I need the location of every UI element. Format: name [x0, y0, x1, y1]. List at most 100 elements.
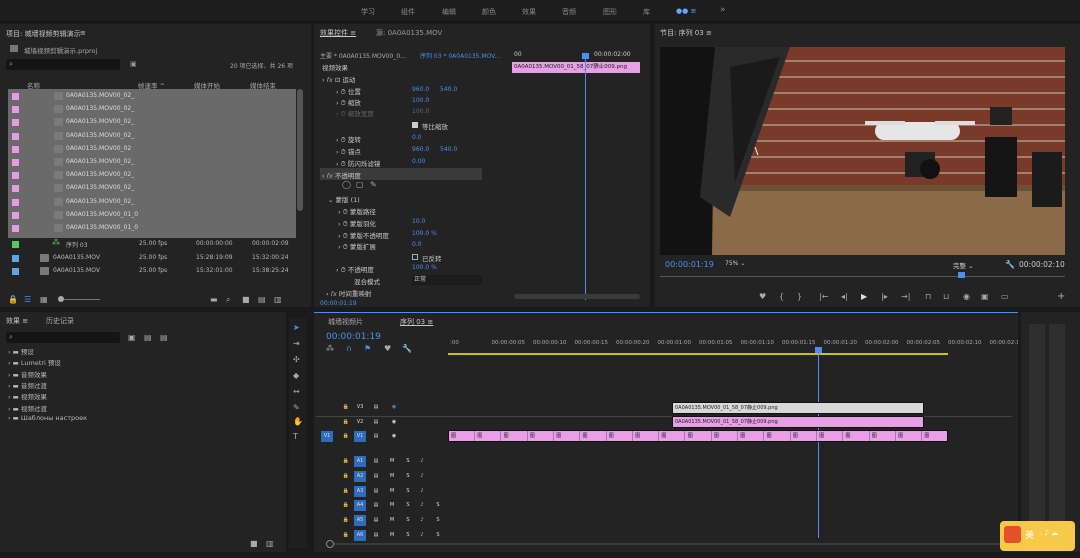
effects-search-input[interactable]: ⌕ — [6, 332, 120, 343]
pen-mask-icon[interactable]: ✎ — [370, 181, 377, 189]
prop-value-1[interactable]: 0.0 — [412, 134, 422, 141]
step-back-icon[interactable]: ◂| — [841, 293, 848, 301]
mask-prop-value[interactable]: 100.0 % — [412, 230, 437, 237]
solo-button[interactable]: S — [402, 500, 414, 511]
track-target[interactable]: V3 — [354, 402, 366, 413]
prop-value-1[interactable]: 960.0 — [412, 86, 429, 93]
lock-track-icon[interactable]: 🔒 — [340, 500, 352, 511]
workspace-audio[interactable]: 音频 — [562, 7, 576, 17]
motion-row[interactable]: › fx ⊡ 运动 — [322, 74, 355, 84]
solo-button[interactable]: S — [402, 486, 414, 497]
mic-icon[interactable]: ♪ — [416, 456, 428, 467]
lock-track-icon[interactable]: 🔒 — [340, 402, 352, 413]
sync-lock-icon[interactable]: ▤ — [370, 530, 382, 541]
program-timecode[interactable]: 00:00:01:19 — [665, 260, 714, 269]
track-target[interactable]: A4 — [354, 500, 366, 512]
project-item-clip[interactable]: 0A0A0135.MOV00_02_ — [8, 182, 298, 194]
prop-value-1[interactable]: 960.0 — [412, 146, 429, 153]
program-title[interactable]: 节目: 序列 03 ≡ — [660, 28, 712, 40]
solo-button[interactable]: S — [402, 456, 414, 467]
sync-lock-icon[interactable]: ▤ — [370, 471, 382, 482]
project-item-clip-2[interactable]: 0A0A0135.MOV 25.00 fps 15:32:01:00 15:38:25… — [8, 265, 298, 277]
lock-track-icon[interactable]: 🔒 — [340, 471, 352, 482]
hand-tool-icon[interactable]: ✋ — [293, 418, 303, 426]
eye-icon[interactable]: ◉ — [388, 402, 400, 413]
effects-trash-icon[interactable]: ▥ — [266, 540, 274, 548]
sync-lock-icon[interactable]: ▤ — [370, 515, 382, 526]
project-item-clip[interactable]: 0A0A0135.MOV00_02_ — [8, 116, 298, 128]
ec-clip-bar[interactable]: 0A0A0135.MOV00_01_58_07静止009.png — [512, 62, 640, 73]
opacity-value[interactable]: 100.0 % — [412, 264, 437, 271]
quality-select[interactable]: 完整 ⌄ — [953, 260, 974, 270]
prop-value-2[interactable]: 540.0 — [440, 146, 457, 153]
track-target[interactable]: A5 — [354, 514, 366, 526]
sync-lock-icon[interactable]: ▤ — [370, 417, 382, 428]
add-marker-icon[interactable]: ♥ — [759, 293, 766, 301]
track-target[interactable]: V1 — [354, 431, 366, 443]
mask-prop-value[interactable]: 10.0 — [412, 218, 425, 225]
workspace-libraries[interactable]: 库 — [643, 7, 650, 17]
lock-track-icon[interactable]: 🔒 — [340, 417, 352, 428]
workspace-edit[interactable]: 编辑 — [442, 7, 456, 17]
sync-lock-icon[interactable]: ▤ — [370, 486, 382, 497]
snap-icon[interactable]: ∩ — [346, 345, 352, 353]
ripple-edit-tool-icon[interactable]: ✣ — [293, 356, 300, 364]
uniform-scale-checkbox[interactable] — [412, 122, 418, 128]
tab-effect-controls[interactable]: 效果控件 ≡ — [320, 28, 356, 40]
mic-icon[interactable]: ♪ — [416, 515, 428, 526]
export-frame-icon[interactable]: ◉ — [963, 293, 970, 301]
effects-folder[interactable]: › ▬ Lumetri 预设 — [8, 357, 61, 367]
workspace-effects[interactable]: 效果 — [522, 7, 536, 17]
project-item-clip-1[interactable]: 0A0A0135.MOV 25.00 fps 15:28:19:09 15:32:00… — [8, 252, 298, 264]
razor-tool-icon[interactable]: ◆ — [293, 372, 299, 380]
master-clip-selector[interactable]: 主要 * 0A0A0135.MOV00_0... — [320, 51, 406, 60]
wrench-icon[interactable]: 🔧 — [1005, 260, 1015, 269]
program-playhead[interactable] — [958, 272, 965, 278]
workspace-more-button[interactable]: » — [720, 5, 726, 15]
ellipse-mask-icon[interactable]: ◯ — [342, 181, 351, 189]
clip-v1[interactable]: 图图图图图图图图图图图图图图图图图图图 — [448, 430, 948, 442]
track-target[interactable]: A6 — [354, 529, 366, 541]
prop-value-1[interactable]: 0.00 — [412, 158, 425, 165]
clip-v3[interactable]: 0A0A0135.MOV00_01_58_07静止009.png — [672, 402, 924, 414]
workspace-graphics[interactable]: 图形 — [603, 7, 617, 17]
blend-mode-select[interactable]: 正常 — [412, 275, 482, 285]
mark-in-icon[interactable]: { — [779, 293, 784, 301]
pen-tool-icon[interactable]: ✎ — [293, 404, 300, 412]
lift-icon[interactable]: ⊓ — [925, 293, 931, 301]
new-folder-icon[interactable]: ■ — [250, 540, 258, 548]
project-item-clip[interactable]: 0A0A0135.MOV00_01_0 — [8, 222, 298, 234]
new-bin-icon[interactable]: ▣ — [130, 60, 137, 68]
safe-margins-icon[interactable]: ▭ — [1001, 293, 1009, 301]
project-menu-icon[interactable]: ≡ — [80, 29, 86, 41]
tab-effects[interactable]: 效果 ≡ — [6, 316, 28, 328]
sync-lock-icon[interactable]: ▤ — [370, 500, 382, 511]
zoom-slider[interactable] — [60, 299, 100, 300]
type-tool-icon[interactable]: T — [293, 433, 298, 441]
project-item-clip[interactable]: 0A0A0135.MOV00_02_ — [8, 196, 298, 208]
add-button-icon[interactable]: + — [1057, 292, 1065, 302]
source-patch-v1[interactable]: V1 — [321, 431, 333, 443]
tab-source[interactable]: 源: 0A0A0135.MOV — [376, 28, 442, 40]
new-item-icon[interactable]: ▤ — [258, 296, 266, 304]
project-title[interactable]: 项目: 城墙视频剪辑演示 — [6, 29, 81, 41]
effects-folder[interactable]: › ▬ 音频过渡 — [8, 380, 47, 390]
track-target[interactable]: A2 — [354, 470, 366, 482]
trash-icon[interactable]: ▥ — [274, 296, 282, 304]
effects-folder[interactable]: › ▬ 预设 — [8, 346, 34, 356]
workspace-learn[interactable]: 学习 — [361, 7, 375, 17]
zoom-slider-handle[interactable] — [58, 296, 64, 302]
mute-button[interactable]: M — [386, 456, 398, 467]
add-marker-timeline-icon[interactable]: ♥ — [384, 345, 391, 353]
project-item-clip[interactable]: 0A0A0135.MOV00_01_0 — [8, 209, 298, 221]
mic-icon[interactable]: ♪ — [416, 486, 428, 497]
slip-tool-icon[interactable]: ↔ — [293, 388, 300, 396]
mask-prop-value[interactable]: 0.0 — [412, 241, 422, 248]
solo-button[interactable]: S — [402, 515, 414, 526]
track-target[interactable]: V2 — [354, 417, 366, 428]
project-item-sequence[interactable]: ⁂ 序列 03 25.00 fps 00:00:00:00 00:00:02:09 — [8, 238, 298, 250]
lock-track-icon[interactable]: 🔒 — [340, 530, 352, 541]
step-forward-icon[interactable]: |▸ — [881, 293, 888, 301]
find-icon[interactable]: ⌕ — [226, 296, 230, 304]
compare-icon[interactable]: ▣ — [981, 293, 989, 301]
